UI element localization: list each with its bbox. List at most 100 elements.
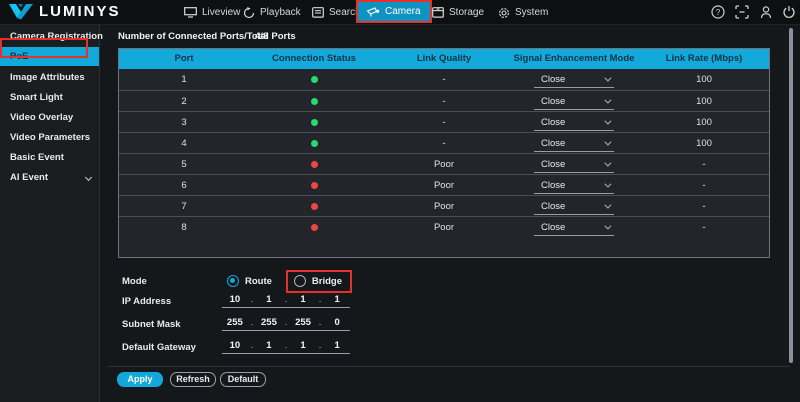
status-dot-icon — [310, 224, 318, 231]
nav-system[interactable]: System — [498, 0, 548, 25]
link-rate-cell: 100 — [696, 117, 712, 128]
scan-icon[interactable] — [735, 5, 750, 20]
status-dot-icon — [310, 140, 318, 147]
refresh-button[interactable]: Refresh — [170, 372, 216, 387]
power-icon[interactable] — [782, 5, 797, 20]
signal-mode-dropdown[interactable]: Close — [534, 221, 614, 236]
link-quality-cell: Poor — [433, 222, 455, 233]
vertical-scrollbar[interactable] — [789, 28, 793, 363]
mode-option-route[interactable]: Route — [227, 275, 272, 287]
default-gateway-field[interactable]: 10. 1. 1. 1 — [222, 337, 350, 354]
subnet-mask-field[interactable]: 255. 255. 255. 0 — [222, 314, 350, 331]
col-header-port: Port — [174, 53, 194, 64]
connection-status-cell — [249, 91, 379, 112]
chevron-down-icon — [84, 173, 93, 182]
chevron-down-icon — [604, 117, 612, 125]
radio-unselected-icon[interactable] — [293, 275, 306, 287]
signal-mode-dropdown[interactable]: Close — [534, 137, 614, 152]
sidebar-item-video-overlay[interactable]: Video Overlay — [0, 109, 99, 126]
storage-icon — [432, 7, 444, 18]
brand: LUMINYS — [9, 3, 121, 20]
port-cell: 6 — [181, 180, 187, 191]
status-dot-icon — [310, 161, 318, 168]
signal-mode-dropdown[interactable]: Close — [534, 200, 614, 215]
nav-storage[interactable]: Storage — [432, 0, 484, 25]
nav-playback-label: Playback — [260, 7, 301, 18]
link-quality-cell: Poor — [433, 159, 455, 170]
sidebar-item-video-parameters[interactable]: Video Parameters — [0, 129, 99, 146]
nav-camera[interactable]: Camera — [356, 0, 432, 23]
gear-icon — [499, 7, 509, 18]
subnet-mask-label: Subnet Mask — [122, 319, 181, 330]
chevron-down-icon — [604, 159, 612, 167]
col-header-connection-status: Connection Status — [272, 53, 356, 64]
table-row: 3 - Close 100 — [119, 111, 769, 132]
signal-mode-dropdown[interactable]: Close — [534, 73, 614, 88]
status-dot-icon — [310, 182, 318, 189]
sidebar-item-camera-registration[interactable]: Camera Registration — [0, 28, 103, 45]
nav-liveview[interactable]: Liveview — [184, 0, 240, 25]
port-cell: 8 — [181, 222, 187, 233]
user-icon[interactable] — [759, 5, 774, 20]
sidebar-item-image-attributes[interactable]: Image Attributes — [0, 69, 99, 86]
connection-status-cell — [249, 196, 379, 217]
port-cell: 3 — [181, 117, 187, 128]
nav-liveview-label: Liveview — [202, 7, 241, 18]
status-dot-icon — [310, 98, 318, 105]
sidebar-item-basic-event[interactable]: Basic Event — [0, 149, 99, 166]
signal-mode-cell: Close — [509, 175, 639, 196]
link-rate-cell: 100 — [696, 74, 712, 85]
sidebar-item-ai-event[interactable]: AI Event — [0, 169, 99, 186]
signal-mode-dropdown[interactable]: Close — [534, 158, 614, 173]
help-icon[interactable]: ? — [711, 5, 726, 20]
ip-address-field[interactable]: 10. 1. 1. 1 — [222, 291, 350, 308]
default-button[interactable]: Default — [220, 372, 266, 387]
connection-status-cell — [249, 217, 379, 238]
luminys-logo-icon — [9, 4, 33, 20]
signal-mode-dropdown[interactable]: Close — [534, 179, 614, 194]
link-rate-cell: - — [702, 201, 706, 212]
app-window: LUMINYS Liveview Playback Search Camera … — [0, 0, 800, 402]
connected-ports-label: Number of Connected Ports/Total Ports — [118, 31, 296, 42]
port-cell: 1 — [181, 74, 187, 85]
nav-playback[interactable]: Playback — [243, 0, 301, 25]
table-row: 7 Poor Close - — [119, 195, 769, 216]
mode-option-bridge[interactable]: Bridge — [293, 275, 342, 287]
chevron-down-icon — [604, 180, 612, 188]
chevron-down-icon — [604, 96, 612, 104]
signal-mode-cell: Close — [509, 69, 639, 90]
link-rate-cell: 100 — [696, 96, 712, 107]
chevron-down-icon — [604, 201, 612, 209]
link-rate-cell: - — [702, 222, 706, 233]
chevron-down-icon — [604, 138, 612, 146]
chevron-down-icon — [604, 74, 612, 82]
signal-mode-cell: Close — [509, 133, 639, 154]
radio-selected-icon[interactable] — [227, 275, 239, 287]
link-rate-cell: 100 — [696, 138, 712, 149]
table-row: 4 - Close 100 — [119, 132, 769, 153]
col-header-signal-enhancement-mode: Signal Enhancement Mode — [513, 53, 635, 64]
col-header-link-quality: Link Quality — [416, 53, 472, 64]
signal-mode-dropdown[interactable]: Close — [534, 95, 614, 110]
signal-mode-cell: Close — [509, 154, 639, 175]
nav-camera-label: Camera — [385, 6, 421, 17]
link-rate-cell: - — [702, 180, 706, 191]
connection-status-cell — [249, 112, 379, 133]
signal-mode-dropdown[interactable]: Close — [534, 116, 614, 131]
brand-name: LUMINYS — [39, 3, 121, 20]
connection-status-cell — [249, 154, 379, 175]
table-row: 8 Poor Close - — [119, 216, 769, 237]
col-header-link-rate: Link Rate (Mbps) — [665, 53, 743, 64]
sidebar-item-poe[interactable]: PoE — [0, 47, 99, 66]
status-dot-icon — [310, 119, 318, 126]
replay-icon — [243, 6, 255, 18]
monitor-icon — [184, 7, 197, 18]
nav-search[interactable]: Search — [312, 0, 361, 25]
table-row: 5 Poor Close - — [119, 153, 769, 174]
apply-button[interactable]: Apply — [117, 372, 163, 387]
connection-status-cell — [249, 175, 379, 196]
sidebar-item-smart-light[interactable]: Smart Light — [0, 89, 99, 106]
link-quality-cell: - — [442, 138, 446, 149]
ip-address-label: IP Address — [122, 296, 172, 307]
chevron-down-icon — [604, 222, 612, 230]
